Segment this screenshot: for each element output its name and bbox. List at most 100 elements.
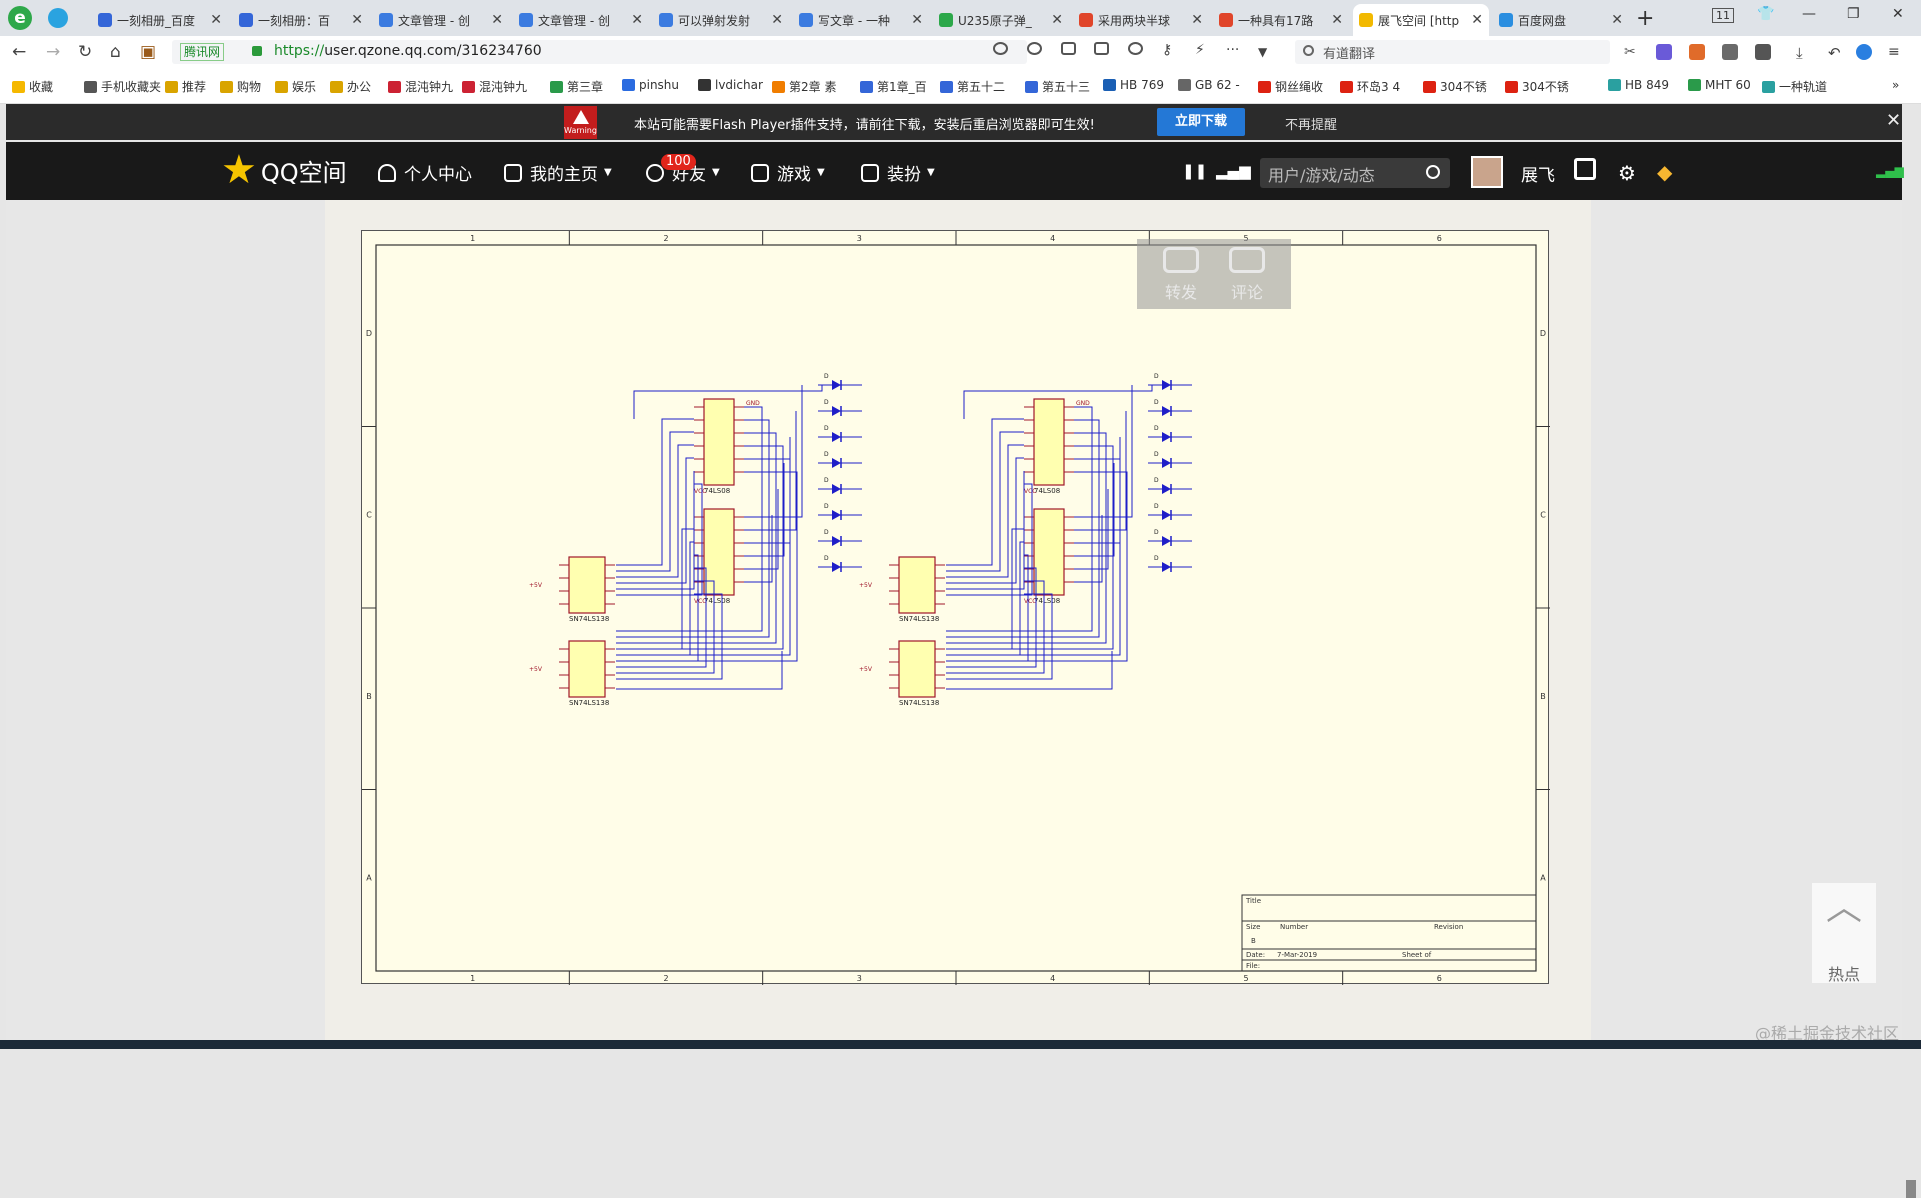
tab-close-icon[interactable]: ✕ (1191, 12, 1203, 28)
tab-count-button[interactable]: 11 (1712, 8, 1734, 23)
tablet-icon[interactable] (1722, 44, 1738, 60)
back-icon[interactable]: ← (12, 42, 26, 62)
tab-7[interactable]: 采用两块半球 ✕ (1073, 4, 1209, 36)
tab-9[interactable]: 展飞空间 [http ✕ (1353, 4, 1489, 36)
tab-1[interactable]: 一刻相册：百 ✕ (233, 4, 369, 36)
flash-icon[interactable]: ⚡ (1195, 42, 1205, 58)
gear-icon[interactable]: ⚙ (1618, 161, 1636, 185)
chevron-down-icon[interactable]: ▼ (1258, 45, 1267, 59)
search-icon[interactable] (1426, 165, 1440, 179)
bookmark-item[interactable]: 304不锈 (1505, 78, 1569, 95)
back-to-top-button[interactable]: ︿ 热点 (1812, 883, 1876, 984)
bookmark-item[interactable]: 第2章 素 (772, 78, 836, 95)
forward-button[interactable]: 转发 (1151, 247, 1211, 303)
dont-remind-button[interactable]: 不再提醒 (1285, 114, 1337, 133)
shirt-icon[interactable]: 👕 (1757, 6, 1774, 22)
bookmark-item[interactable]: GB 62 - (1178, 78, 1240, 92)
bookmark-item[interactable]: 混沌钟九 (388, 78, 453, 95)
tab-3[interactable]: 文章管理 - 创 ✕ (513, 4, 649, 36)
game-icon[interactable] (1689, 44, 1705, 60)
restore-icon[interactable]: ❐ (1847, 6, 1860, 22)
bookmark-item[interactable]: 环岛3 4 (1340, 78, 1400, 95)
tab-10[interactable]: 百度网盘 ✕ (1493, 4, 1629, 36)
bookmark-item[interactable]: lvdichar (698, 78, 763, 92)
comment-button[interactable]: 评论 (1217, 247, 1277, 303)
tab-close-icon[interactable]: ✕ (491, 12, 503, 28)
image-icon[interactable] (1061, 42, 1076, 55)
nav-my-home[interactable]: 我的主页 ▼ (504, 160, 612, 185)
nav-dress-up[interactable]: 装扮 ▼ (861, 160, 935, 185)
close-icon[interactable]: ✕ (1886, 110, 1901, 131)
telegram-icon[interactable] (48, 8, 68, 28)
bookmark-item[interactable]: 推荐 (165, 78, 206, 95)
bookmark-item[interactable]: 娱乐 (275, 78, 316, 95)
qzone-logo[interactable]: ★ QQ空间 (221, 150, 347, 190)
schematic-image[interactable]: 112233445566DDCCBBAATitleSizeBNumberRevi… (361, 230, 1550, 985)
tab-close-icon[interactable]: ✕ (771, 12, 783, 28)
gallery-icon[interactable] (1094, 42, 1109, 55)
reload-icon[interactable]: ↻ (78, 42, 92, 62)
equalizer-icon[interactable]: ▂▄▆ (1216, 162, 1251, 180)
block-icon[interactable] (1128, 42, 1143, 55)
bookmark-item[interactable]: 第1章_百 (860, 78, 927, 95)
user-name[interactable]: 展飞 (1521, 161, 1555, 186)
tab-8[interactable]: 一种具有17路 ✕ (1213, 4, 1349, 36)
translate-search-input[interactable]: 有道翻译 (1295, 40, 1610, 64)
briefcase-icon[interactable]: ▣ (140, 42, 156, 62)
tab-2[interactable]: 文章管理 - 创 ✕ (373, 4, 509, 36)
bookmark-item[interactable]: MHT 60 (1688, 78, 1751, 92)
bookmarks-overflow-icon[interactable]: » (1892, 78, 1899, 92)
pause-icon[interactable]: ❚❚ (1182, 162, 1207, 180)
bookmark-item[interactable]: 第五十二 (940, 78, 1005, 95)
close-window-icon[interactable]: ✕ (1892, 6, 1904, 22)
forward-icon[interactable]: → (46, 42, 60, 62)
extensions-icon[interactable] (1755, 44, 1771, 60)
tab-5[interactable]: 写文章 - 一种 ✕ (793, 4, 929, 36)
bookmark-item[interactable]: HB 769 (1103, 78, 1164, 92)
bookmark-item[interactable]: 购物 (220, 78, 261, 95)
bookmark-item[interactable]: 一种轨道 (1762, 78, 1827, 95)
tab-close-icon[interactable]: ✕ (1611, 12, 1623, 28)
tab-close-icon[interactable]: ✕ (1051, 12, 1063, 28)
tab-0[interactable]: 一刻相册_百度 ✕ (92, 4, 228, 36)
bookmark-item[interactable]: 手机收藏夹 (84, 78, 161, 95)
diamond-icon[interactable]: ◆ (1657, 160, 1672, 184)
scissors-icon[interactable]: ✂ (1624, 44, 1640, 60)
scrollbar-thumb[interactable] (1906, 1180, 1916, 1198)
bookmark-item[interactable]: 办公 (330, 78, 371, 95)
nav-personal-center[interactable]: 个人中心 (378, 160, 472, 185)
key-icon[interactable]: ⚷ (1162, 42, 1172, 58)
bookmark-item[interactable]: 第五十三 (1025, 78, 1090, 95)
edge-icon[interactable] (1856, 44, 1872, 60)
qzone-search-input[interactable]: 用户/游戏/动态 (1260, 158, 1450, 188)
tab-close-icon[interactable]: ✕ (1331, 12, 1343, 28)
tab-close-icon[interactable]: ✕ (1471, 12, 1483, 28)
compat-icon[interactable] (993, 42, 1008, 55)
tab-4[interactable]: 可以弹射发射 ✕ (653, 4, 789, 36)
more-icon[interactable]: ··· (1226, 42, 1239, 58)
nav-games[interactable]: 游戏 ▼ (751, 160, 825, 185)
browser-logo-icon[interactable]: e (8, 6, 32, 30)
bookmark-item[interactable]: pinshu (622, 78, 679, 92)
tab-6[interactable]: U235原子弹_ ✕ (933, 4, 1069, 36)
tab-close-icon[interactable]: ✕ (911, 12, 923, 28)
bookmark-item[interactable]: 收藏 (12, 78, 53, 95)
new-tab-button[interactable]: + (1636, 6, 1654, 31)
menu-icon[interactable]: ≡ (1888, 44, 1904, 60)
zoom-icon[interactable] (1027, 42, 1042, 55)
tab-close-icon[interactable]: ✕ (631, 12, 643, 28)
tab-close-icon[interactable]: ✕ (351, 12, 363, 28)
translate-icon[interactable] (1656, 44, 1672, 60)
bookmark-item[interactable]: 钢丝绳收 (1258, 78, 1323, 95)
logout-icon[interactable] (1574, 158, 1596, 180)
address-field[interactable]: 腾讯网 https://user.qzone.qq.com/316234760 (172, 40, 1027, 64)
bookmark-item[interactable]: 304不锈 (1423, 78, 1487, 95)
download-icon[interactable]: ⤓ (1796, 44, 1812, 62)
minimize-icon[interactable]: — (1802, 6, 1816, 22)
undo-icon[interactable]: ↶ (1828, 44, 1844, 62)
bookmark-item[interactable]: 第三章 (550, 78, 603, 95)
download-now-button[interactable]: 立即下载 (1157, 108, 1245, 136)
home-icon[interactable]: ⌂ (110, 42, 121, 62)
bookmark-item[interactable]: HB 849 (1608, 78, 1669, 92)
avatar[interactable] (1471, 156, 1503, 188)
